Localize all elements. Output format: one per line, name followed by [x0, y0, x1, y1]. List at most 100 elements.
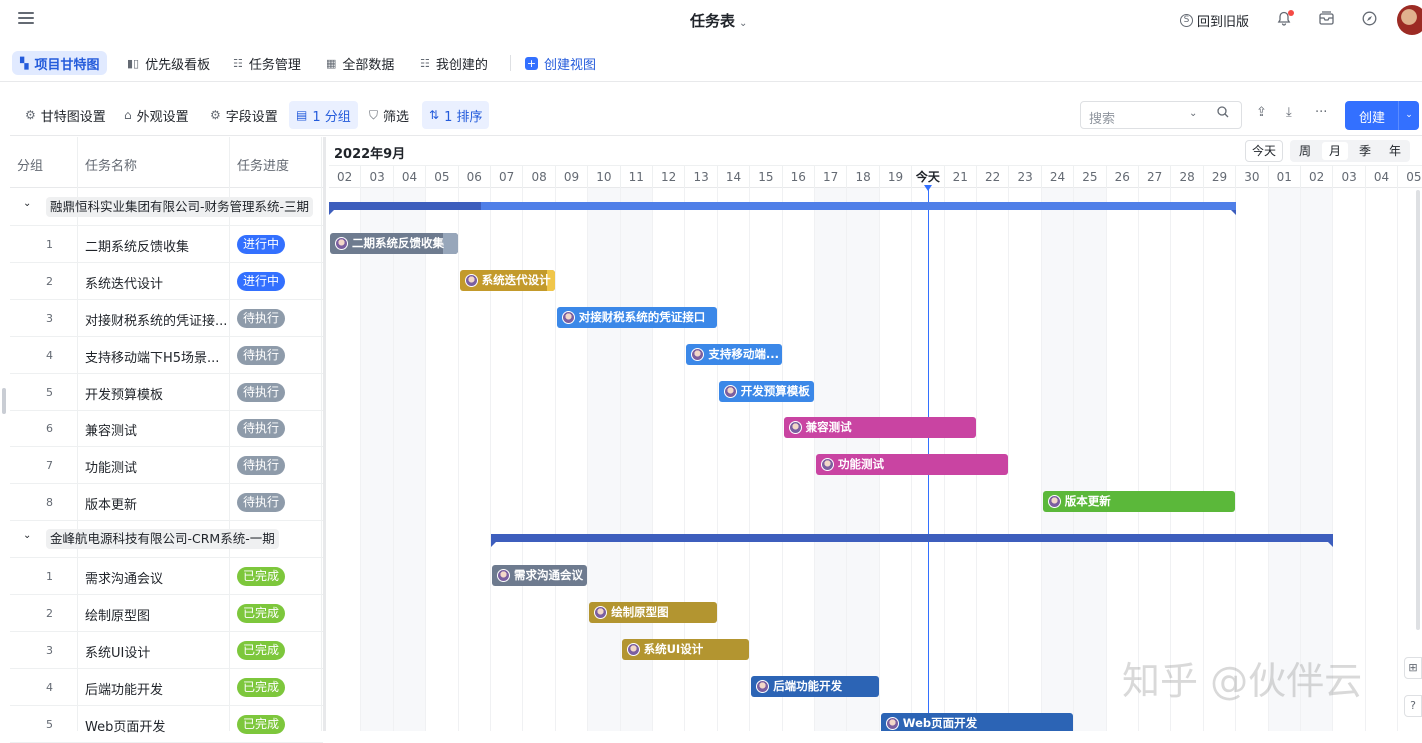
old-version-icon: S	[1180, 14, 1193, 27]
status-badge: 待执行	[237, 456, 286, 476]
group-row[interactable]: ⌄ 金峰航电源科技有限公司-CRM系统-一期	[10, 521, 323, 559]
task-bar[interactable]: 绘制原型图	[589, 601, 717, 623]
table-row[interactable]: 2 绘制原型图 已完成	[10, 595, 323, 632]
table-row[interactable]: 3 对接财税系统的凭证接... 待执行	[10, 300, 323, 337]
chevron-down-icon[interactable]: ⌄	[23, 198, 31, 209]
resize-handle[interactable]	[2, 388, 6, 414]
task-name[interactable]: 功能测试	[85, 457, 137, 476]
tab-task-management[interactable]: ☷ 任务管理	[225, 51, 309, 75]
table-row[interactable]: 7 功能测试 待执行	[10, 447, 323, 485]
task-bar-label: 二期系统反馈收集	[352, 235, 444, 250]
gantt-settings-button[interactable]: ⚙ 甘特图设置	[18, 101, 113, 129]
task-name[interactable]: 对接财税系统的凭证接...	[85, 310, 227, 329]
chevron-down-icon[interactable]: ⌄	[23, 530, 31, 541]
download-icon[interactable]: ⤓	[1286, 105, 1292, 120]
scale-quarter[interactable]: 季	[1352, 142, 1378, 160]
gallery-view-icon: ▦	[326, 56, 337, 70]
tab-priority-kanban[interactable]: ▮▯ 优先级看板	[119, 51, 218, 75]
filter-button[interactable]: ⛉ 筛选	[362, 101, 416, 129]
task-bar[interactable]: 对接财税系统的凭证接口	[556, 306, 717, 328]
bell-icon[interactable]	[1276, 10, 1294, 27]
day-label: 02	[329, 166, 362, 189]
avatar[interactable]	[1397, 5, 1422, 35]
scale-month[interactable]: 月	[1322, 142, 1348, 160]
task-bar[interactable]: 二期系统反馈收集	[330, 232, 458, 254]
task-bar[interactable]: 后端功能开发	[751, 675, 879, 697]
task-name[interactable]: Web页面开发	[85, 716, 165, 735]
today-button[interactable]: 今天	[1245, 140, 1284, 162]
task-bar[interactable]: 兼容测试	[783, 417, 976, 439]
table-row[interactable]: 4 支持移动端下H5场景... 待执行	[10, 337, 323, 374]
day-label: 02	[1301, 166, 1334, 189]
task-bar[interactable]: 功能测试	[816, 454, 1009, 476]
create-view-button[interactable]: + 创建视图	[517, 51, 604, 75]
table-row[interactable]: 1 需求沟通会议 已完成	[10, 558, 323, 595]
table-title[interactable]: 任务表 ⌄	[690, 10, 747, 31]
task-name[interactable]: 开发预算模板	[85, 384, 163, 403]
status-badge: 进行中	[237, 271, 286, 291]
chevron-down-icon[interactable]: ⌄	[1189, 108, 1197, 119]
chevron-down-icon[interactable]: ⌄	[1398, 101, 1419, 130]
table-row[interactable]: 4 后端功能开发 已完成	[10, 669, 323, 706]
appearance-icon: ⌂	[124, 108, 132, 122]
search-input[interactable]: 搜索 ⌄	[1080, 101, 1242, 129]
group-button[interactable]: ▤ 1 分组	[289, 101, 358, 129]
task-bar[interactable]: 支持移动端...	[686, 343, 782, 365]
table-row[interactable]: 3 系统UI设计 已完成	[10, 632, 323, 669]
tab-project-gantt[interactable]: ▚ 项目甘特图	[12, 51, 108, 75]
help-icon[interactable]: ?	[1404, 695, 1422, 717]
group-row[interactable]: ⌄ 融鼎恒科实业集团有限公司-财务管理系统-三期	[10, 189, 323, 226]
create-button[interactable]: 创建 ⌄	[1345, 101, 1419, 130]
row-number: 4	[46, 680, 53, 694]
table-row[interactable]: 1 二期系统反馈收集 进行中	[10, 226, 323, 263]
qr-code-icon[interactable]: ⊞	[1404, 657, 1422, 679]
task-bar[interactable]: 需求沟通会议	[492, 565, 588, 586]
compass-icon[interactable]	[1361, 11, 1377, 27]
column-header-name[interactable]: 任务名称	[85, 155, 137, 174]
appearance-settings-button[interactable]: ⌂ 外观设置	[117, 101, 196, 129]
divider	[510, 55, 511, 71]
table-row[interactable]: 8 版本更新 待执行	[10, 484, 323, 522]
column-header-group[interactable]: 分组	[17, 155, 43, 174]
tab-created-by-me[interactable]: ☷ 我创建的	[412, 51, 496, 75]
row-number: 5	[46, 385, 53, 399]
task-bar[interactable]: 系统UI设计	[621, 638, 750, 660]
task-bar[interactable]: 系统迭代设计	[459, 269, 555, 291]
table-row[interactable]: 5 开发预算模板 待执行	[10, 374, 323, 411]
gear-icon: ⚙	[25, 108, 36, 122]
column-header-progress[interactable]: 任务进度	[237, 155, 289, 174]
task-name[interactable]: 系统迭代设计	[85, 273, 163, 292]
task-name[interactable]: 兼容测试	[85, 420, 137, 439]
task-name[interactable]: 版本更新	[85, 494, 137, 513]
watermark: 知乎 @伙伴云	[1122, 659, 1363, 703]
scale-year[interactable]: 年	[1382, 142, 1408, 160]
task-name[interactable]: 支持移动端下H5场景...	[85, 347, 219, 366]
task-name[interactable]: 系统UI设计	[85, 642, 150, 661]
inbox-icon[interactable]	[1318, 11, 1334, 27]
table-row[interactable]: 5 Web页面开发 已完成	[10, 706, 323, 743]
task-name[interactable]: 后端功能开发	[85, 679, 163, 698]
table-row[interactable]: 6 兼容测试 待执行	[10, 410, 323, 448]
menu-icon[interactable]	[18, 12, 34, 26]
task-name[interactable]: 二期系统反馈收集	[85, 236, 189, 255]
more-icon[interactable]: ···	[1315, 105, 1327, 120]
task-bar[interactable]: 版本更新	[1042, 491, 1236, 513]
group-summary-bar[interactable]	[329, 202, 1237, 215]
sort-button[interactable]: ⇅ 1 排序	[422, 101, 490, 129]
tab-all-data[interactable]: ▦ 全部数据	[318, 51, 402, 75]
assignee-avatar	[1047, 495, 1061, 509]
task-bar[interactable]: 开发预算模板	[718, 380, 814, 402]
task-name[interactable]: 需求沟通会议	[85, 568, 163, 587]
task-name[interactable]: 绘制原型图	[85, 605, 150, 624]
search-icon[interactable]	[1217, 106, 1229, 122]
group-summary-bar[interactable]	[491, 534, 1334, 548]
scale-week[interactable]: 周	[1292, 142, 1318, 160]
field-settings-button[interactable]: ⚙ 字段设置	[203, 101, 285, 129]
table-row[interactable]: 2 系统迭代设计 进行中	[10, 263, 323, 300]
task-bar[interactable]: Web页面开发	[880, 712, 1074, 731]
upload-icon[interactable]: ⇪	[1256, 105, 1267, 120]
day-label: 14	[718, 166, 751, 189]
old-version-button[interactable]: S 回到旧版	[1180, 11, 1249, 30]
scrollbar[interactable]	[1416, 190, 1420, 630]
day-label: 11	[621, 166, 653, 189]
